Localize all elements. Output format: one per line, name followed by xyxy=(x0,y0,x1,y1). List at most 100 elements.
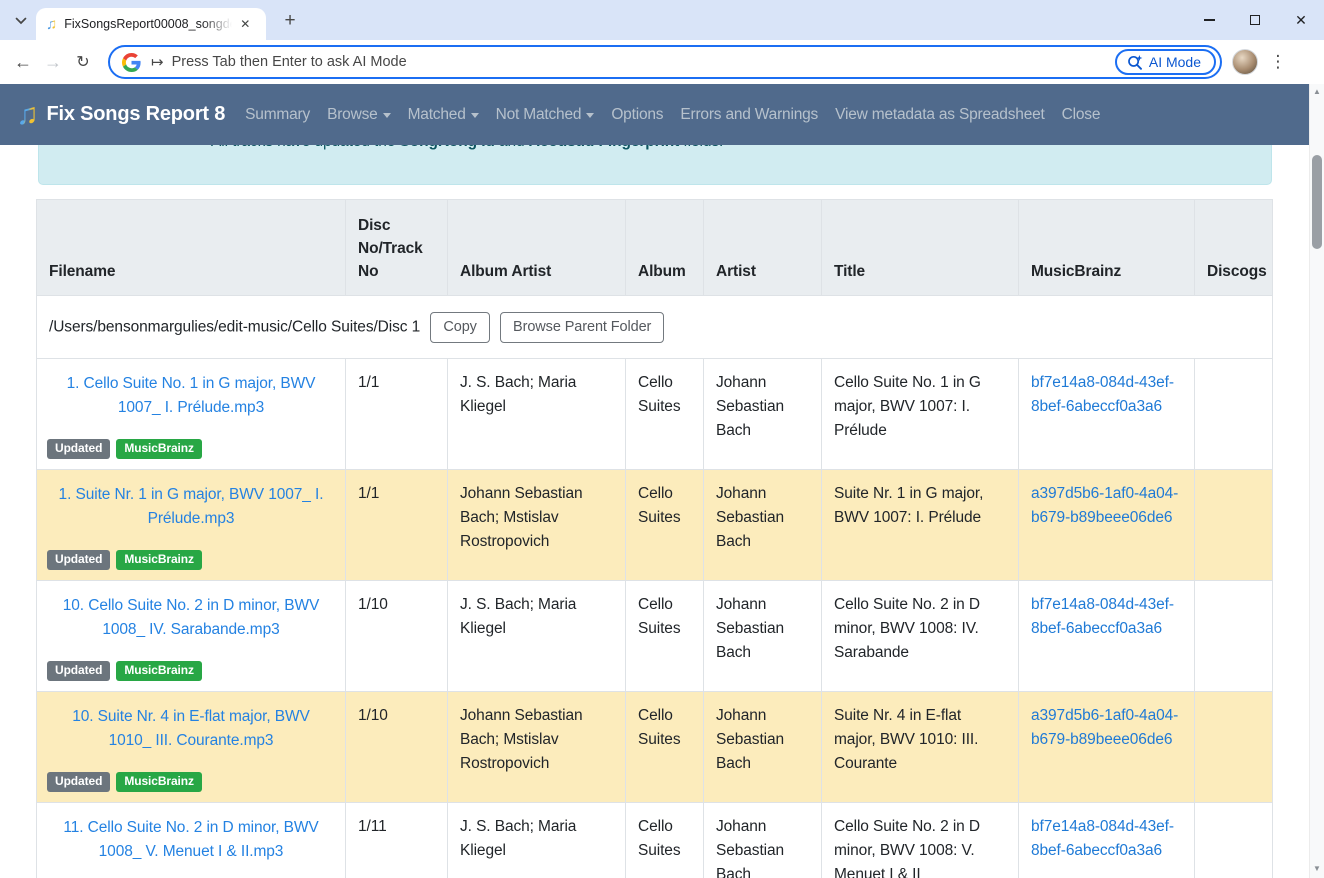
disc-track-cell: 1/10 xyxy=(346,581,448,692)
musicbrainz-cell: a397d5b6-1af0-4a04-b679-b89beee06de6 xyxy=(1019,692,1195,803)
musicbrainz-cell: bf7e14a8-084d-43ef-8bef-6abeccf0a3a6 xyxy=(1019,359,1195,470)
musicbrainz-cell: a397d5b6-1af0-4a04-b679-b89beee06de6 xyxy=(1019,470,1195,581)
musicbrainz-link[interactable]: bf7e14a8-084d-43ef-8bef-6abeccf0a3a6 xyxy=(1031,596,1174,637)
filename-link[interactable]: 10. Cello Suite No. 2 in D minor, BWV 10… xyxy=(63,597,319,638)
filename-link[interactable]: 10. Suite Nr. 4 in E-flat major, BWV 101… xyxy=(72,708,310,749)
discogs-cell xyxy=(1195,581,1273,692)
musicbrainz-cell: bf7e14a8-084d-43ef-8bef-6abeccf0a3a6 xyxy=(1019,581,1195,692)
maximize-button[interactable] xyxy=(1232,0,1278,40)
tab-close-icon[interactable]: ✕ xyxy=(236,15,254,33)
dropdown-caret-icon xyxy=(471,113,479,118)
album-cell: Cello Suites xyxy=(626,359,704,470)
column-header-discogs: Discogs xyxy=(1195,200,1273,296)
chevron-down-icon xyxy=(15,17,27,25)
nav-item-options[interactable]: Options xyxy=(611,106,663,124)
forward-button[interactable]: → xyxy=(38,47,68,77)
discogs-cell xyxy=(1195,470,1273,581)
nav-item-close[interactable]: Close xyxy=(1062,106,1101,124)
close-window-button[interactable]: ✕ xyxy=(1278,0,1324,40)
title-cell: Suite Nr. 4 in E-flat major, BWV 1010: I… xyxy=(822,692,1019,803)
scrollbar-down-arrow-icon[interactable]: ▼ xyxy=(1310,864,1324,873)
address-bar[interactable]: ↦ Press Tab then Enter to ask AI Mode AI… xyxy=(108,45,1222,79)
page-scrollbar[interactable]: ▲ ▼ xyxy=(1309,84,1324,878)
table-row: 10. Cello Suite No. 2 in D minor, BWV 10… xyxy=(37,581,1273,692)
table-row: 11. Cello Suite No. 2 in D minor, BWV 10… xyxy=(37,803,1273,878)
window-controls: ✕ xyxy=(1186,0,1324,40)
album-cell: Cello Suites xyxy=(626,692,704,803)
nav-item-view-spreadsheet[interactable]: View metadata as Spreadsheet xyxy=(835,106,1045,124)
reload-icon: ↻ xyxy=(76,52,89,72)
tab-strip: ♫ FixSongsReport00008_songdeta ✕ + ✕ xyxy=(0,0,1324,40)
album-artist-cell: Johann Sebastian Bach; Mstislav Rostropo… xyxy=(448,470,626,581)
browser-toolbar: ← → ↻ ↦ Press Tab then Enter to ask AI M… xyxy=(0,40,1324,84)
back-button[interactable]: ← xyxy=(8,47,38,77)
nav-item-summary[interactable]: Summary xyxy=(245,106,310,124)
nav-menu: Summary Browse Matched Not Matched Optio… xyxy=(245,106,1100,124)
ai-sparkle-search-icon xyxy=(1127,54,1143,70)
filename-link[interactable]: 1. Suite Nr. 1 in G major, BWV 1007_ I. … xyxy=(59,486,324,527)
musicbrainz-link[interactable]: a397d5b6-1af0-4a04-b679-b89beee06de6 xyxy=(1031,707,1178,748)
profile-avatar[interactable] xyxy=(1232,49,1258,75)
status-badges: UpdatedMusicBrainz xyxy=(47,439,202,459)
column-header-album: Album xyxy=(626,200,704,296)
ai-mode-button[interactable]: AI Mode xyxy=(1115,49,1216,75)
musicbrainz-link[interactable]: bf7e14a8-084d-43ef-8bef-6abeccf0a3a6 xyxy=(1031,374,1174,415)
dropdown-caret-icon xyxy=(383,113,391,118)
album-cell: Cello Suites xyxy=(626,803,704,878)
app-brand[interactable]: ♫ Fix Songs Report 8 xyxy=(16,100,225,130)
status-badges: Updated MusicBrainz xyxy=(47,661,202,681)
artist-cell: Johann Sebastian Bach xyxy=(704,692,822,803)
discogs-cell xyxy=(1195,359,1273,470)
table-body: /Users/bensonmargulies/edit-music/Cello … xyxy=(37,296,1273,878)
nav-item-errors-warnings[interactable]: Errors and Warnings xyxy=(680,106,818,124)
album-cell: Cello Suites xyxy=(626,581,704,692)
tab-to-search-icon: ↦ xyxy=(151,53,164,71)
reload-button[interactable]: ↻ xyxy=(68,47,98,77)
copy-button[interactable]: Copy xyxy=(430,312,489,343)
minimize-icon xyxy=(1204,19,1215,21)
nav-item-matched[interactable]: Matched xyxy=(408,106,479,124)
album-artist-cell: Johann Sebastian Bach; Mstislav Rostropo… xyxy=(448,692,626,803)
dropdown-caret-icon xyxy=(586,113,594,118)
status-badge-musicbrainz: MusicBrainz xyxy=(116,661,202,681)
status-badge-updated: Updated xyxy=(47,661,110,681)
tab-search-button[interactable] xyxy=(8,8,34,34)
musicbrainz-cell: bf7e14a8-084d-43ef-8bef-6abeccf0a3a6 xyxy=(1019,803,1195,878)
back-arrow-icon: ← xyxy=(14,52,32,73)
artist-cell: Johann Sebastian Bach xyxy=(704,803,822,878)
browser-tab[interactable]: ♫ FixSongsReport00008_songdeta ✕ xyxy=(36,8,266,40)
filename-link[interactable]: 11. Cello Suite No. 2 in D minor, BWV 10… xyxy=(63,819,318,860)
minimize-button[interactable] xyxy=(1186,0,1232,40)
status-badges: UpdatedMusicBrainz xyxy=(47,772,202,792)
song-details-table: Filename Disc No/Track No Album Artist A… xyxy=(36,199,1273,878)
title-cell: Suite Nr. 1 in G major, BWV 1007: I. Pré… xyxy=(822,470,1019,581)
discogs-cell xyxy=(1195,692,1273,803)
scrollbar-thumb[interactable] xyxy=(1312,155,1322,249)
disc-track-cell: 1/1 xyxy=(346,359,448,470)
column-header-title: Title xyxy=(822,200,1019,296)
nav-item-browse[interactable]: Browse xyxy=(327,106,390,124)
new-tab-button[interactable]: + xyxy=(278,9,302,33)
column-header-musicbrainz: MusicBrainz xyxy=(1019,200,1195,296)
maximize-icon xyxy=(1250,15,1260,25)
table-row: 1. Suite Nr. 1 in G major, BWV 1007_ I. … xyxy=(37,470,1273,581)
browse-parent-folder-button[interactable]: Browse Parent Folder xyxy=(500,312,664,343)
report-content: All tracks have updated the SongKong Id … xyxy=(0,123,1324,878)
musicbrainz-link[interactable]: bf7e14a8-084d-43ef-8bef-6abeccf0a3a6 xyxy=(1031,818,1174,859)
browser-menu-button[interactable]: ⋮ xyxy=(1266,52,1290,72)
status-badge-musicbrainz: MusicBrainz xyxy=(116,772,202,792)
url-input[interactable]: Press Tab then Enter to ask AI Mode xyxy=(172,54,1115,70)
column-header-album-artist: Album Artist xyxy=(448,200,626,296)
disc-track-cell: 1/1 xyxy=(346,470,448,581)
album-artist-cell: J. S. Bach; Maria Kliegel xyxy=(448,581,626,692)
filename-cell: 10. Suite Nr. 4 in E-flat major, BWV 101… xyxy=(37,692,346,803)
filename-link[interactable]: 1. Cello Suite No. 1 in G major, BWV 100… xyxy=(67,375,316,416)
folder-path: /Users/bensonmargulies/edit-music/Cello … xyxy=(49,318,420,335)
table-header-row: Filename Disc No/Track No Album Artist A… xyxy=(37,200,1273,296)
nav-item-not-matched[interactable]: Not Matched xyxy=(496,106,595,124)
browser-window: ♫ FixSongsReport00008_songdeta ✕ + ✕ ← →… xyxy=(0,0,1324,878)
scrollbar-up-arrow-icon[interactable]: ▲ xyxy=(1310,87,1324,96)
filename-cell: 11. Cello Suite No. 2 in D minor, BWV 10… xyxy=(37,803,346,878)
musicbrainz-link[interactable]: a397d5b6-1af0-4a04-b679-b89beee06de6 xyxy=(1031,485,1178,526)
column-header-filename: Filename xyxy=(37,200,346,296)
